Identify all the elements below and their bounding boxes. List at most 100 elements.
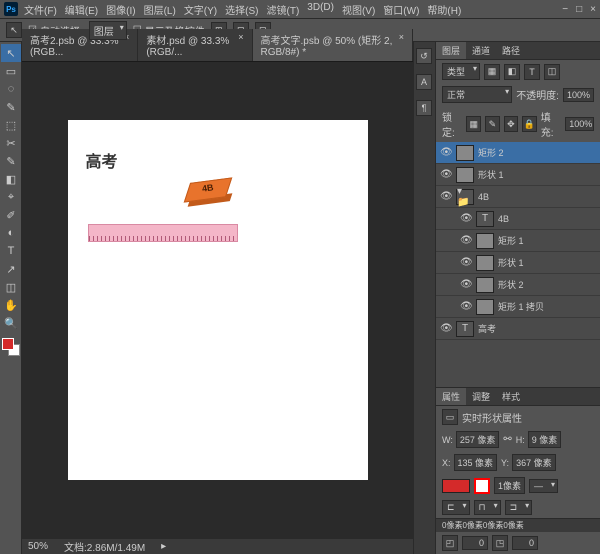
layer-row[interactable]: 👁▾📁4B xyxy=(436,186,600,208)
tool-button[interactable]: ↖ xyxy=(1,44,21,62)
layer-thumb: ▾📁 xyxy=(456,189,474,205)
tab-paths[interactable]: 路径 xyxy=(496,42,526,59)
y-input[interactable]: 367 像素 xyxy=(512,454,556,471)
menu-item[interactable]: 窗口(W) xyxy=(379,0,423,19)
lock-icon[interactable]: 🔒 xyxy=(522,116,537,132)
char-panel-icon[interactable]: A xyxy=(416,74,432,90)
layer-row[interactable]: 👁 形状 1 xyxy=(436,164,600,186)
join-select[interactable]: ⊓ xyxy=(474,500,501,515)
layer-row[interactable]: 👁T高考 xyxy=(436,318,600,340)
zoom-level[interactable]: 50% xyxy=(28,541,48,552)
filter-icon[interactable]: ▦ xyxy=(484,64,500,80)
visibility-icon[interactable]: 👁 xyxy=(440,169,452,180)
tool-button[interactable]: T xyxy=(1,242,21,260)
stroke-style-select[interactable]: — xyxy=(529,479,558,493)
tool-button[interactable]: ✂ xyxy=(1,134,21,152)
layer-row[interactable]: 👁形状 1 xyxy=(436,252,600,274)
minimize-icon[interactable]: − xyxy=(562,4,568,15)
tool-button[interactable]: ◐ xyxy=(1,224,21,242)
auto-select-mode-select[interactable]: 图层 xyxy=(89,21,127,40)
para-panel-icon[interactable]: ¶ xyxy=(416,100,432,116)
layer-filter-select[interactable]: 类型 xyxy=(442,63,480,80)
tool-button[interactable]: ◌ xyxy=(1,80,21,98)
tab-adjust[interactable]: 调整 xyxy=(466,388,496,405)
color-swatch[interactable] xyxy=(0,336,21,358)
tab-styles[interactable]: 样式 xyxy=(496,388,526,405)
lock-icon[interactable]: ▦ xyxy=(466,116,481,132)
maximize-icon[interactable]: □ xyxy=(576,4,582,15)
canvas-area[interactable]: 高考 4B xyxy=(22,62,413,538)
menu-item[interactable]: 视图(V) xyxy=(338,0,379,19)
stroke-width-input[interactable]: 1像素 xyxy=(494,477,525,494)
tool-button[interactable]: ↗ xyxy=(1,260,21,278)
visibility-icon[interactable]: 👁 xyxy=(460,301,472,312)
panels-column: 图层 通道 路径 类型 ▦ ◧ T ◫ 正常 不透明度: 100% 锁定: ▦ … xyxy=(435,42,600,554)
document-tab[interactable]: 素材.psd @ 33.3%(RGB/...× xyxy=(138,29,252,61)
x-input[interactable]: 135 像素 xyxy=(454,454,498,471)
foreground-color-swatch[interactable] xyxy=(2,338,14,350)
document-tab[interactable]: 高考文字.psb @ 50% (矩形 2, RGB/8#) *× xyxy=(253,29,413,61)
blend-mode-select[interactable]: 正常 xyxy=(442,86,512,103)
lock-icon[interactable]: ✥ xyxy=(504,116,519,132)
close-tab-icon[interactable]: × xyxy=(399,32,404,58)
tab-channels[interactable]: 通道 xyxy=(466,42,496,59)
visibility-icon[interactable]: 👁 xyxy=(440,147,452,158)
layer-name: 形状 1 xyxy=(478,168,504,181)
lock-icon[interactable]: ✎ xyxy=(485,116,500,132)
tool-button[interactable]: ⌖ xyxy=(1,188,21,206)
corner-icon[interactable]: ◰ xyxy=(442,535,458,551)
layer-row[interactable]: 👁形状 2 xyxy=(436,274,600,296)
link-icon[interactable]: ⚯ xyxy=(503,434,511,445)
canvas[interactable]: 高考 4B xyxy=(68,120,368,480)
tool-button[interactable]: ◫ xyxy=(1,278,21,296)
window-controls[interactable]: − □ × xyxy=(562,4,596,15)
cap-select[interactable]: ⊏ xyxy=(442,500,470,515)
visibility-icon[interactable]: 👁 xyxy=(460,257,472,268)
tool-button[interactable]: ▭ xyxy=(1,62,21,80)
tool-button[interactable]: ✋ xyxy=(1,296,21,314)
menu-item[interactable]: 选择(S) xyxy=(221,0,262,19)
filter-icon[interactable]: ◫ xyxy=(544,64,560,80)
visibility-icon[interactable]: 👁 xyxy=(440,191,452,202)
corner-icon[interactable]: ◳ xyxy=(492,535,508,551)
history-panel-icon[interactable]: ↺ xyxy=(416,48,432,64)
layer-row[interactable]: 👁矩形 1 xyxy=(436,230,600,252)
tool-button[interactable]: ✎ xyxy=(1,98,21,116)
height-input[interactable]: 9 像素 xyxy=(528,431,562,448)
tool-button[interactable]: ✎ xyxy=(1,152,21,170)
menu-item[interactable]: 帮助(H) xyxy=(423,0,465,19)
fill-color-chip[interactable] xyxy=(442,479,470,493)
tool-button[interactable]: 🔍 xyxy=(1,314,21,332)
visibility-icon[interactable]: 👁 xyxy=(460,213,472,224)
visibility-icon[interactable]: 👁 xyxy=(440,323,452,334)
width-input[interactable]: 257 像素 xyxy=(456,431,500,448)
close-icon[interactable]: × xyxy=(590,4,596,15)
menu-item[interactable]: 文件(F) xyxy=(20,0,61,19)
close-tab-icon[interactable]: × xyxy=(238,32,243,58)
tool-button[interactable]: ◧ xyxy=(1,170,21,188)
filter-icon[interactable]: T xyxy=(524,64,540,80)
filter-icon[interactable]: ◧ xyxy=(504,64,520,80)
align-select[interactable]: ⊐ xyxy=(505,500,533,515)
stroke-color-chip[interactable] xyxy=(474,478,490,494)
menu-item[interactable]: 图像(I) xyxy=(102,0,139,19)
layer-row[interactable]: 👁T4B xyxy=(436,208,600,230)
menu-item[interactable]: 图层(L) xyxy=(140,0,180,19)
layer-row[interactable]: 👁矩形 2 xyxy=(436,142,600,164)
menu-item[interactable]: 编辑(E) xyxy=(61,0,102,19)
menu-item[interactable]: 文字(Y) xyxy=(180,0,221,19)
layer-thumb: T xyxy=(476,211,494,227)
tool-button[interactable]: ⬚ xyxy=(1,116,21,134)
menu-item[interactable]: 滤镜(T) xyxy=(263,0,304,19)
menu-item[interactable]: 3D(D) xyxy=(303,0,338,19)
tab-properties[interactable]: 属性 xyxy=(436,388,466,405)
layer-row[interactable]: 👁矩形 1 拷贝 xyxy=(436,296,600,318)
fill-input[interactable]: 100% xyxy=(565,117,594,131)
tab-layers[interactable]: 图层 xyxy=(436,42,466,59)
visibility-icon[interactable]: 👁 xyxy=(460,279,472,290)
opacity-input[interactable]: 100% xyxy=(563,88,594,102)
visibility-icon[interactable]: 👁 xyxy=(460,235,472,246)
tool-button[interactable]: ✐ xyxy=(1,206,21,224)
move-tool-icon[interactable]: ↖ xyxy=(6,22,22,38)
layer-thumb xyxy=(476,277,494,293)
